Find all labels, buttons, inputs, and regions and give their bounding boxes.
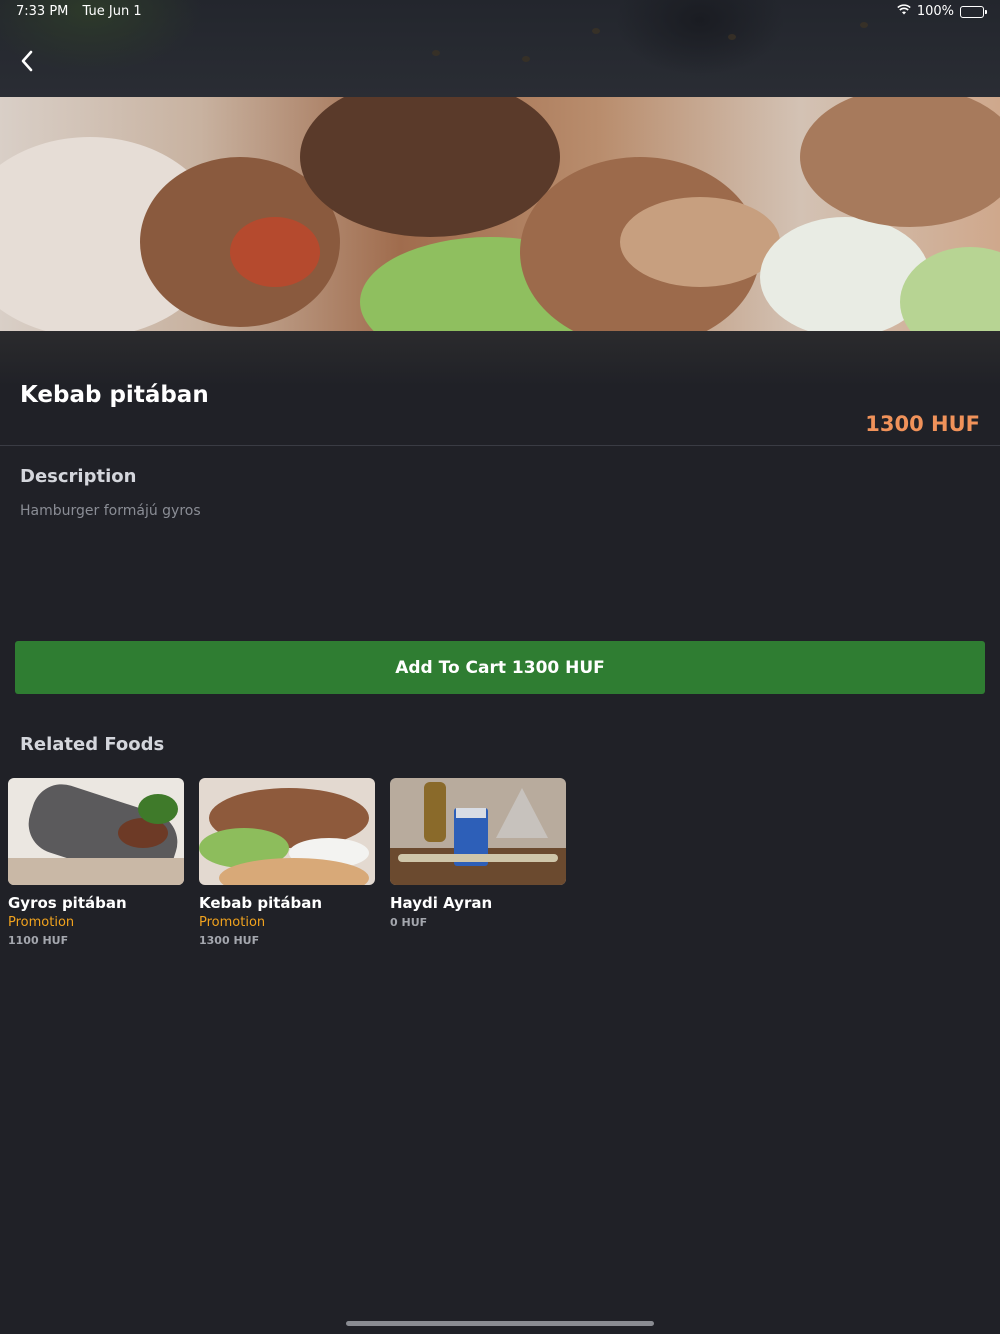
card-promo-label: Promotion bbox=[8, 915, 75, 930]
card-name: Haydi Ayran bbox=[390, 894, 493, 912]
related-food-card[interactable]: Kebab pitában Promotion 1300 HUF bbox=[199, 778, 375, 947]
back-button[interactable] bbox=[12, 46, 42, 76]
wifi-icon bbox=[897, 4, 911, 19]
battery-icon bbox=[960, 5, 987, 18]
description-heading: Description bbox=[20, 466, 137, 487]
related-food-card[interactable]: Haydi Ayran 0 HUF bbox=[390, 778, 566, 929]
gyros-image bbox=[8, 778, 184, 885]
hero-shadow bbox=[0, 331, 1000, 386]
card-price: 1100 HUF bbox=[8, 934, 69, 947]
battery-percent: 100% bbox=[916, 4, 954, 19]
product-price: 1300 HUF bbox=[865, 412, 980, 436]
ayran-image bbox=[390, 778, 566, 885]
add-to-cart-button[interactable]: Add To Cart 1300 HUF bbox=[15, 641, 985, 694]
card-price: 0 HUF bbox=[390, 916, 428, 929]
related-food-card[interactable]: Gyros pitában Promotion 1100 HUF bbox=[8, 778, 184, 947]
description-text: Hamburger formájú gyros bbox=[20, 503, 201, 519]
card-name: Gyros pitában bbox=[8, 894, 127, 912]
related-foods-heading: Related Foods bbox=[20, 734, 165, 755]
food-detail-page: 7:33 PM Tue Jun 1 100% Kebab pitában 130… bbox=[0, 0, 1000, 1334]
status-bar: 7:33 PM Tue Jun 1 100% bbox=[0, 0, 1000, 24]
kebab-image bbox=[199, 778, 375, 885]
chevron-left-icon bbox=[21, 50, 33, 72]
add-to-cart-label: Add To Cart 1300 HUF bbox=[395, 657, 605, 678]
card-name: Kebab pitában bbox=[199, 894, 323, 912]
divider bbox=[0, 445, 1000, 446]
status-time: 7:33 PM bbox=[16, 4, 69, 19]
hero-food-image bbox=[0, 97, 1000, 331]
card-price: 1300 HUF bbox=[199, 934, 260, 947]
product-title: Kebab pitában bbox=[20, 382, 209, 408]
status-date: Tue Jun 1 bbox=[82, 4, 142, 19]
card-promo-label: Promotion bbox=[199, 915, 266, 930]
home-indicator[interactable] bbox=[346, 1321, 654, 1326]
